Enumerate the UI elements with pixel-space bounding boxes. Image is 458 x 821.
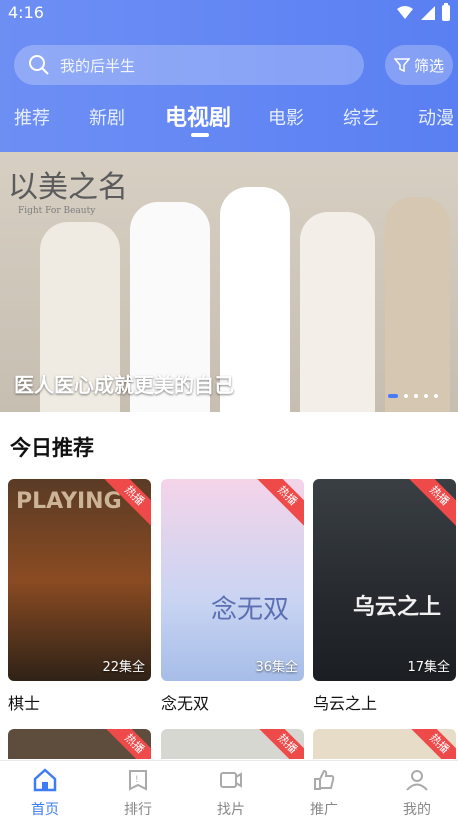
status-bar: 4:16 <box>0 0 458 26</box>
filter-button[interactable]: 筛选 <box>385 45 453 85</box>
poster-card[interactable]: 乌云之上 热播 17集全 <box>313 479 456 681</box>
search-icon <box>29 55 49 75</box>
poster-card[interactable]: 热播 <box>161 729 304 759</box>
carousel-dot <box>424 394 428 398</box>
nav-find-label: 找片 <box>217 802 245 818</box>
category-tabs: 推荐 新剧 电视剧 电影 综艺 动漫 <box>0 98 458 138</box>
hot-tag: 热播 <box>255 729 304 759</box>
nav-home[interactable]: 首页 <box>10 767 80 819</box>
hot-tag: 热播 <box>102 729 151 759</box>
nav-promote[interactable]: 推广 <box>289 767 359 819</box>
banner-carousel[interactable]: 以美之名 Fight For Beauty 医人医心成就更美的自己 <box>0 152 458 412</box>
nav-promote-label: 推广 <box>310 802 338 818</box>
carousel-dot <box>434 394 438 398</box>
carousel-dot <box>404 394 408 398</box>
hot-tag: 热播 <box>407 729 456 759</box>
carousel-dot <box>414 394 418 398</box>
banner-logo-title: 以美之名 <box>8 170 128 205</box>
top-header: 4:16 我的后半生 筛选 推荐 新剧 电视剧 电影 综艺 动漫 <box>0 0 458 152</box>
video-icon <box>220 772 242 788</box>
svg-text:!: ! <box>135 775 139 785</box>
active-tab-indicator <box>191 133 209 137</box>
nav-mine[interactable]: 我的 <box>382 767 452 819</box>
nav-rank[interactable]: ! 排行 <box>103 767 173 819</box>
filter-icon <box>393 58 410 73</box>
episode-count: 36集全 <box>255 660 298 675</box>
poster-card[interactable]: 热播 <box>8 729 151 759</box>
tab-new[interactable]: 新剧 <box>89 104 125 130</box>
poster-title-art: 乌云之上 <box>353 595 442 620</box>
home-icon <box>33 768 57 792</box>
poster-card[interactable]: 念无双 热播 36集全 <box>161 479 304 681</box>
rank-icon: ! <box>129 770 147 791</box>
nav-mine-label: 我的 <box>403 802 431 818</box>
battery-icon <box>442 3 450 21</box>
nav-find[interactable]: 找片 <box>196 767 266 819</box>
filter-label: 筛选 <box>413 56 444 75</box>
search-bar[interactable]: 我的后半生 <box>14 45 364 85</box>
status-icons <box>396 3 450 22</box>
hot-tag: 热播 <box>407 479 456 528</box>
nav-rank-label: 排行 <box>124 802 152 818</box>
card-title[interactable]: 乌云之上 <box>313 690 377 714</box>
poster-card[interactable]: PLAYING 热播 22集全 <box>8 479 151 681</box>
banner-figure <box>385 197 450 412</box>
card-title[interactable]: 棋士 <box>8 690 40 714</box>
tab-anime[interactable]: 动漫 <box>418 104 454 130</box>
search-placeholder: 我的后半生 <box>60 56 136 75</box>
episode-count: 17集全 <box>407 660 450 675</box>
status-time: 4:16 <box>8 3 44 22</box>
tab-variety[interactable]: 综艺 <box>343 104 379 130</box>
carousel-dot-active <box>388 394 398 398</box>
bottom-nav: 首页 ! 排行 找片 推广 我的 <box>0 760 458 821</box>
poster-title-art: 念无双 <box>211 595 290 625</box>
banner-figure <box>300 212 375 412</box>
banner-logo-subtitle: Fight For Beauty <box>18 206 96 216</box>
tab-recommend[interactable]: 推荐 <box>14 104 50 130</box>
tab-movie[interactable]: 电影 <box>268 104 304 130</box>
poster-card[interactable]: 热播 <box>313 729 456 759</box>
carousel-dots <box>388 394 438 398</box>
poster-title-art: PLAYING <box>16 489 122 514</box>
hot-tag: 热播 <box>255 479 304 528</box>
card-title[interactable]: 念无双 <box>161 690 209 714</box>
episode-count: 22集全 <box>102 660 145 675</box>
signal-icon <box>421 6 435 20</box>
user-icon <box>406 770 428 791</box>
nav-home-label: 首页 <box>31 802 59 818</box>
banner-logo: 以美之名 Fight For Beauty <box>8 162 128 216</box>
thumb-icon <box>314 769 335 790</box>
section-title: 今日推荐 <box>10 436 94 460</box>
banner-caption: 医人医心成就更美的自己 <box>14 373 234 397</box>
tab-tv[interactable]: 电视剧 <box>165 100 231 132</box>
wifi-icon <box>397 6 413 19</box>
